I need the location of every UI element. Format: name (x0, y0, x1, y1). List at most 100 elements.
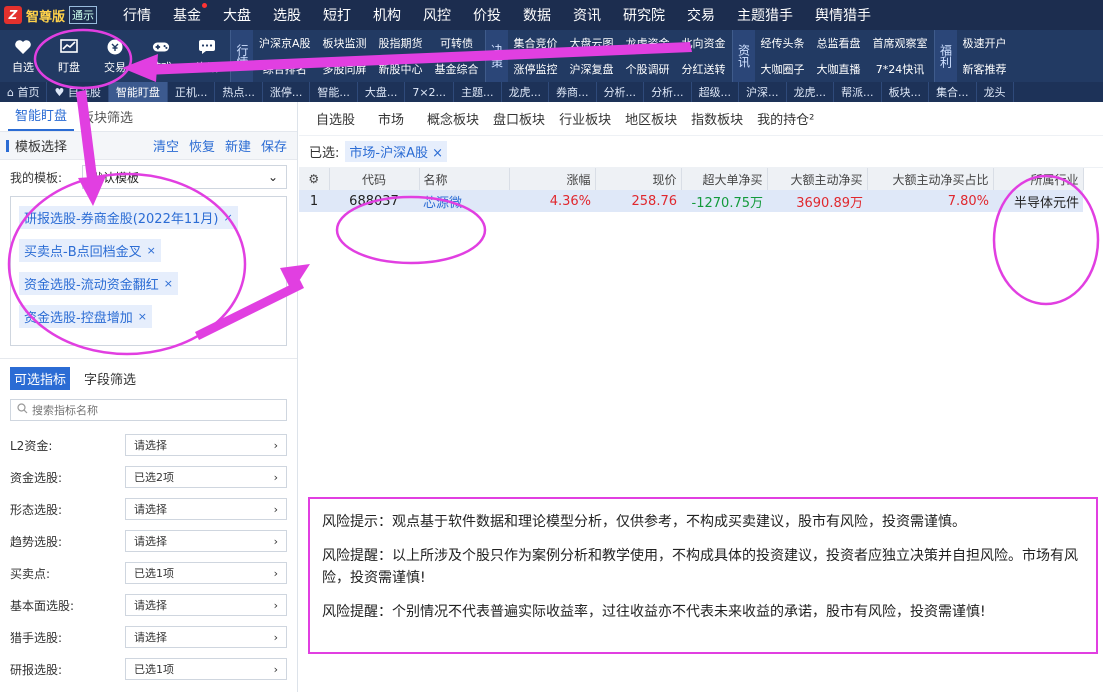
new-button[interactable]: 新建 (225, 136, 251, 155)
tab-item[interactable]: 帮派... (834, 82, 882, 102)
filter-select[interactable]: 请选择 › (125, 626, 287, 648)
close-icon[interactable]: × (138, 310, 147, 323)
tool-link[interactable]: 沪深复盘 (564, 56, 620, 82)
menu-jijin[interactable]: 基金 (162, 3, 212, 25)
close-icon[interactable]: × (147, 244, 156, 257)
menu-dapan[interactable]: 大盘 (212, 5, 262, 25)
tab-item[interactable]: 大盘... (358, 82, 406, 102)
tab-item[interactable]: 涨停... (263, 82, 311, 102)
menu-duanda[interactable]: 短打 (312, 5, 362, 25)
tool-link[interactable]: 北向资金 (676, 30, 732, 56)
tab-item[interactable]: 板块... (882, 82, 930, 102)
cell-name[interactable]: 芯源微 (419, 190, 509, 212)
tab-zixuangu[interactable]: ♥ 自选股 (47, 82, 109, 102)
tool-link[interactable]: 大盘云图 (564, 30, 620, 56)
tool-link[interactable]: 股指期货 (373, 30, 429, 56)
menu-yuqing[interactable]: 舆情猎手 (804, 5, 882, 25)
tool-link[interactable]: 板块监测 (317, 30, 373, 56)
tool-link[interactable]: 大咖圈子 (755, 56, 811, 82)
close-icon[interactable]: × (432, 146, 443, 161)
settings-gear-icon[interactable]: ⚙ (299, 168, 330, 190)
tool-youxi[interactable]: 游戏 (138, 30, 184, 82)
tool-zixun[interactable]: 资讯 (184, 30, 230, 82)
tool-link[interactable]: 龙虎资金 (620, 30, 676, 56)
menu-jiatou[interactable]: 价投 (462, 5, 512, 25)
tab-item[interactable]: 正机... (168, 82, 216, 102)
col-industry[interactable]: 所属行业 (993, 168, 1084, 190)
restore-button[interactable]: 恢复 (189, 136, 215, 155)
tool-link[interactable]: 分红送转 (676, 56, 732, 82)
tool-dingpan[interactable]: 盯盘 (46, 30, 92, 82)
tool-link[interactable]: 综合排名 (253, 56, 317, 82)
tool-link[interactable]: 总监看盘 (811, 30, 867, 56)
ctab-gainian[interactable]: 概念板块 (420, 109, 486, 135)
col-change[interactable]: 涨幅 (509, 168, 596, 190)
col-super-net[interactable]: 超大单净买 (681, 168, 768, 190)
ctab-pankou[interactable]: 盘口板块 (486, 109, 552, 135)
ctab-chicang[interactable]: 我的持仓² (750, 109, 821, 135)
tab-kexuanzhibiao[interactable]: 可选指标 (10, 366, 71, 390)
menu-jigou[interactable]: 机构 (362, 5, 412, 25)
filter-select[interactable]: 请选择 › (125, 498, 287, 520)
ctab-shichang[interactable]: 市场 (362, 109, 420, 135)
tool-link[interactable]: 基金综合 (429, 56, 485, 82)
col-code[interactable]: 代码 (329, 168, 420, 190)
search-input[interactable] (32, 403, 286, 417)
tab-ziduanshaixuan[interactable]: 字段筛选 (80, 367, 140, 390)
menu-zixun[interactable]: 资讯 (562, 5, 612, 25)
tool-link[interactable]: 新股中心 (373, 56, 429, 82)
save-button[interactable]: 保存 (261, 136, 287, 155)
tool-link[interactable]: 多股同屏 (317, 56, 373, 82)
menu-zhuti[interactable]: 主题猎手 (726, 5, 804, 25)
tab-item[interactable]: 分析... (644, 82, 692, 102)
tab-item[interactable]: 沪深... (739, 82, 787, 102)
filter-select[interactable]: 已选2项 › (125, 466, 287, 488)
tab-item[interactable]: 7×2... (405, 82, 455, 102)
tab-item[interactable]: 集合... (929, 82, 977, 102)
filter-select[interactable]: 请选择 › (125, 594, 287, 616)
menu-yanjiuyuan[interactable]: 研究院 (612, 5, 676, 25)
tab-item[interactable]: 超级... (692, 82, 740, 102)
ctab-diqu[interactable]: 地区板块 (618, 109, 684, 135)
tab-item[interactable]: 分析... (597, 82, 645, 102)
filter-select[interactable]: 已选1项 › (125, 562, 287, 584)
menu-shuju[interactable]: 数据 (512, 5, 562, 25)
tab-item[interactable]: 券商... (549, 82, 597, 102)
ctab-hangye[interactable]: 行业板块 (552, 109, 618, 135)
tab-item[interactable]: 智能... (310, 82, 358, 102)
tool-link[interactable]: 新客推荐 (957, 56, 1013, 82)
col-large-net[interactable]: 大额主动净买 (767, 168, 868, 190)
tool-link[interactable]: 可转债 (429, 30, 485, 56)
close-icon[interactable]: × (223, 211, 232, 224)
tool-link[interactable]: 7*24快讯 (867, 56, 934, 82)
col-name[interactable]: 名称 (419, 168, 510, 190)
table-row[interactable]: 1 688037 芯源微 4.36% 258.76 -1270.75万 3690… (299, 190, 1083, 212)
tool-link[interactable]: 涨停监控 (508, 56, 564, 82)
col-large-ratio[interactable]: 大额主动净买占比 (867, 168, 994, 190)
tab-item[interactable]: 龙虎... (502, 82, 550, 102)
filter-select[interactable]: 请选择 › (125, 434, 287, 456)
tool-zixuan[interactable]: 自选 (0, 30, 46, 82)
subtab-bankuaishaixuan[interactable]: 板块筛选 (74, 107, 140, 131)
subtab-zhinengdingpan[interactable]: 智能盯盘 (8, 105, 75, 131)
filter-select[interactable]: 请选择 › (125, 530, 287, 552)
menu-hangqing[interactable]: 行情 (112, 5, 162, 25)
tool-link[interactable]: 沪深京A股 (253, 30, 317, 56)
tab-item[interactable]: 主题... (454, 82, 502, 102)
tool-link[interactable]: 大咖直播 (811, 56, 867, 82)
menu-xuangu[interactable]: 选股 (262, 5, 312, 25)
tool-link[interactable]: 经传头条 (755, 30, 811, 56)
clear-button[interactable]: 清空 (153, 136, 179, 155)
tool-link[interactable]: 个股调研 (620, 56, 676, 82)
filter-select[interactable]: 已选1项 › (125, 658, 287, 680)
tool-link[interactable]: 首席观察室 (867, 30, 934, 56)
tab-item[interactable]: 龙头 (977, 82, 1014, 102)
tab-zhinengdingpan[interactable]: 智能盯盘 (108, 82, 168, 102)
ctab-zixuangu[interactable]: 自选股 (309, 109, 362, 135)
menu-fengkong[interactable]: 风控 (412, 5, 462, 25)
tab-item[interactable]: 热点... (215, 82, 263, 102)
col-price[interactable]: 现价 (595, 168, 682, 190)
menu-jiaoyi[interactable]: 交易 (676, 5, 726, 25)
tool-link[interactable]: 集合竞价 (508, 30, 564, 56)
my-template-select[interactable]: 默认模板 ⌄ (82, 165, 287, 189)
